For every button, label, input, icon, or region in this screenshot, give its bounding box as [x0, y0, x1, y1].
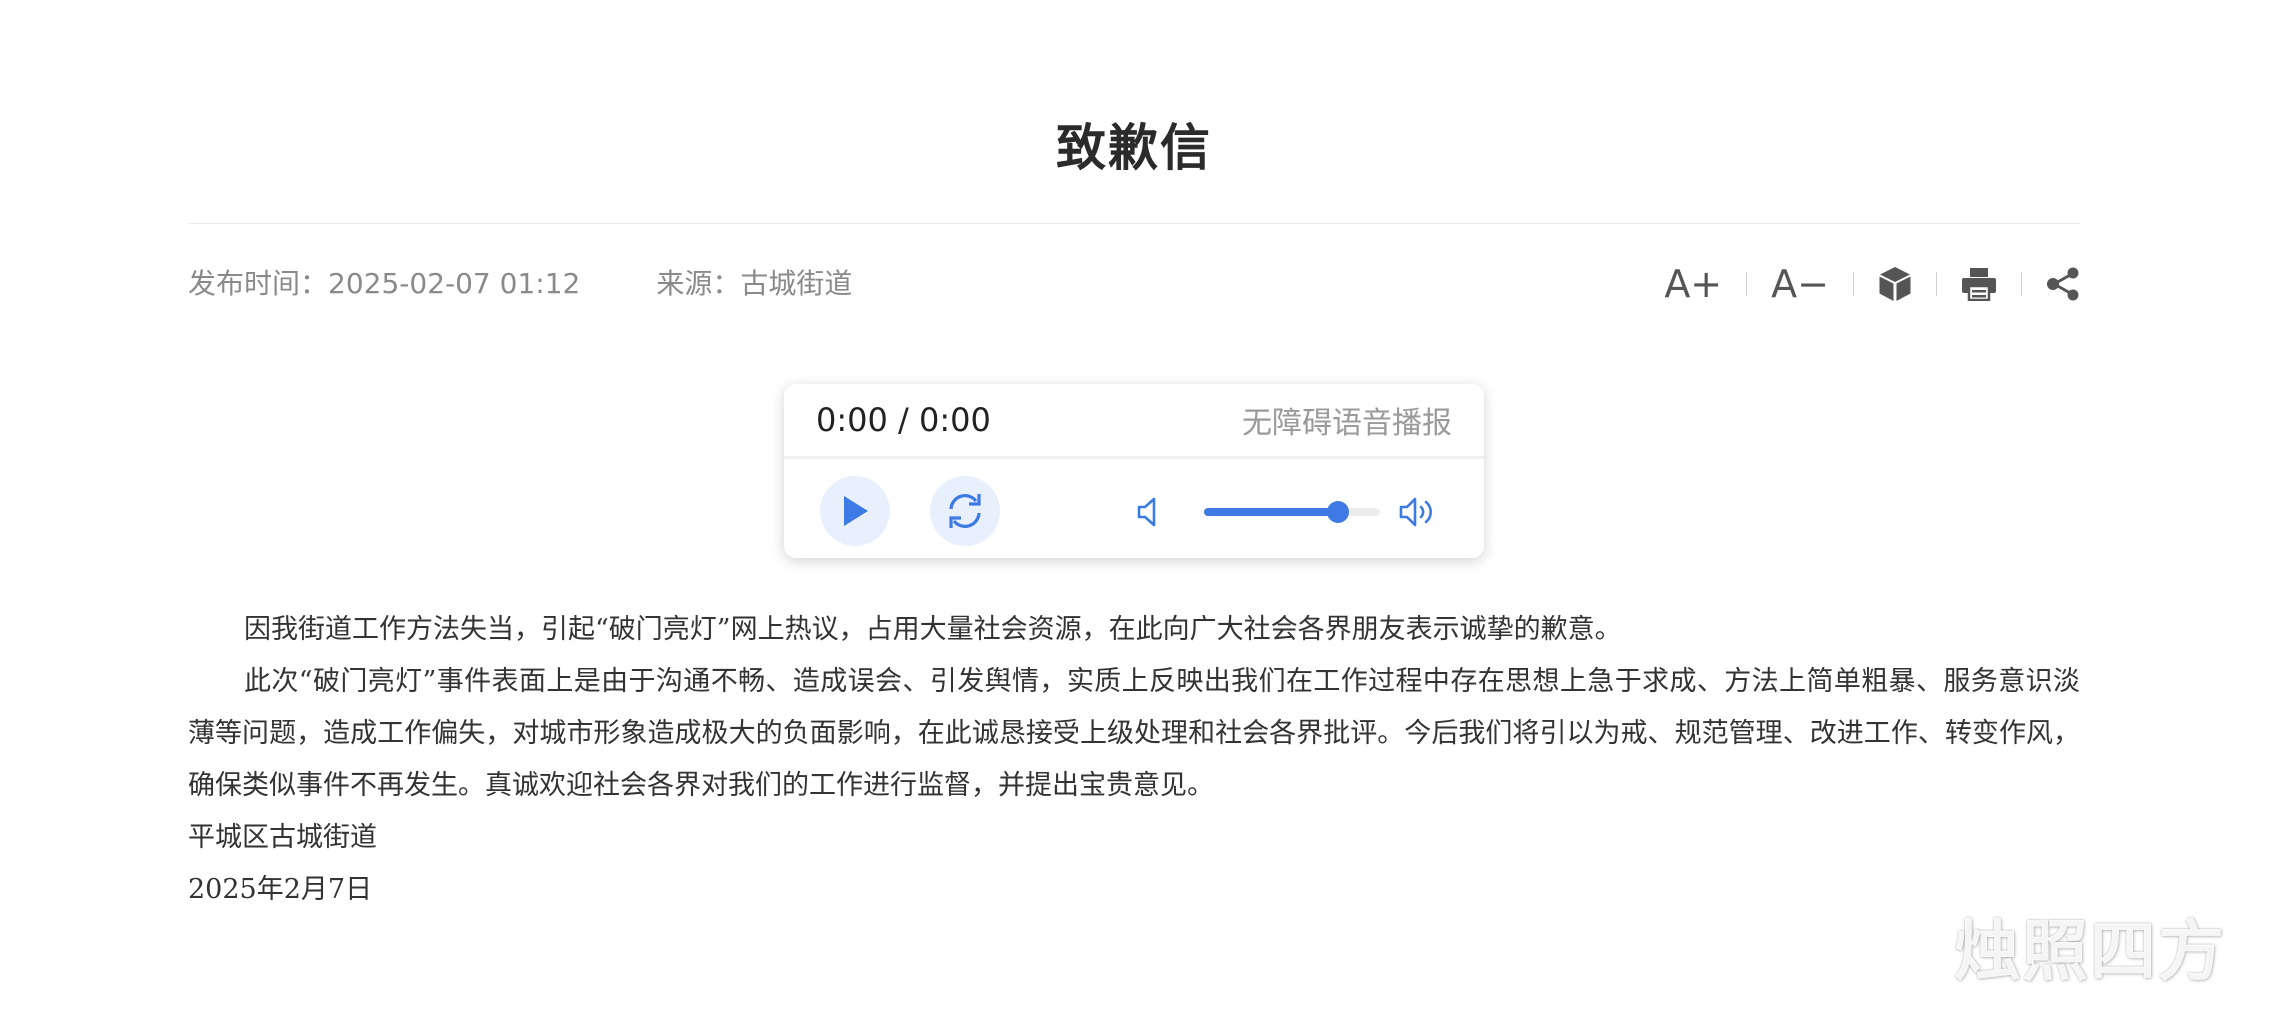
font-decrease-button[interactable]: A−	[1771, 258, 1829, 310]
article-paragraph: 此次“破门亮灯”事件表面上是由于沟通不畅、造成误会、引发舆情，实质上反映出我们在…	[188, 666, 2080, 801]
volume-high-button[interactable]	[1398, 496, 1438, 532]
article-date: 2025年2月7日	[188, 874, 373, 905]
play-button[interactable]	[820, 476, 890, 546]
audio-player-header: 0:00 / 0:00 无障碍语音播报	[784, 384, 1484, 459]
font-increase-button[interactable]: A+	[1664, 258, 1722, 310]
audio-player: 0:00 / 0:00 无障碍语音播报	[784, 384, 1484, 558]
article-page: 致歉信 发布时间： 2025-02-07 01:12 来源： 古城街道 A+ A…	[188, 0, 2080, 1021]
article-toolbar: A+ A−	[1664, 258, 2080, 310]
publish-time-label: 发布时间：	[188, 267, 329, 300]
toolbar-separator	[2021, 272, 2022, 296]
toolbar-separator	[1853, 272, 1854, 296]
cube-button[interactable]	[1878, 266, 1912, 302]
replay-icon	[949, 494, 981, 528]
volume-slider-handle[interactable]	[1326, 501, 1349, 523]
article-meta: 发布时间： 2025-02-07 01:12 来源： 古城街道	[188, 262, 852, 306]
share-button[interactable]	[2046, 267, 2080, 301]
article-body: 因我街道工作方法失当，引起“破门亮灯”网上热议，占用大量社会资源，在此向广大社会…	[188, 604, 2080, 916]
accessibility-audio-label: 无障碍语音播报	[1242, 406, 1452, 441]
article-paragraph: 因我街道工作方法失当，引起“破门亮灯”网上热议，占用大量社会资源，在此向广大社会…	[244, 614, 1622, 645]
volume-slider-fill	[1204, 508, 1338, 516]
print-icon	[1962, 268, 1996, 301]
title-divider	[188, 223, 2080, 224]
toolbar-separator	[1936, 272, 1937, 296]
publish-time-value: 2025-02-07 01:12	[328, 267, 581, 300]
source: 来源： 古城街道	[656, 262, 852, 306]
print-button[interactable]	[1961, 267, 1997, 301]
article-signature: 平城区古城街道	[188, 822, 377, 853]
share-icon	[2047, 267, 2079, 301]
volume-high-icon	[1399, 497, 1432, 527]
toolbar-separator	[1746, 272, 1748, 296]
volume-low-icon	[1137, 497, 1156, 527]
volume-low-button[interactable]	[1136, 496, 1162, 532]
cube-icon	[1879, 267, 1911, 301]
volume-slider[interactable]	[1204, 501, 1380, 523]
watermark: 烛照四方	[1954, 913, 2226, 990]
source-label: 来源：	[656, 267, 741, 300]
source-value: 古城街道	[740, 267, 853, 300]
publish-time: 发布时间： 2025-02-07 01:12	[188, 262, 580, 306]
playback-time: 0:00 / 0:00	[816, 401, 991, 439]
play-icon	[844, 496, 868, 526]
page-title: 致歉信	[1056, 118, 1212, 177]
replay-button[interactable]	[930, 476, 1000, 546]
